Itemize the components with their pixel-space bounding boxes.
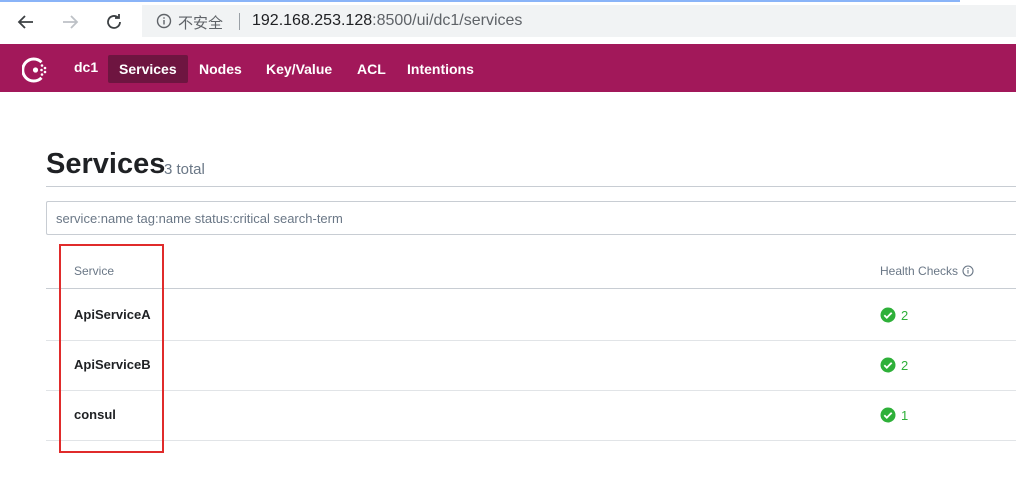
info-icon[interactable] — [156, 13, 172, 29]
arrow-left-icon — [17, 15, 33, 29]
datacenter-selector[interactable]: dc1 — [74, 59, 98, 75]
services-total: 3 total — [164, 161, 205, 178]
column-header-health-checks[interactable]: Health Checks — [880, 264, 974, 278]
nav-intentions[interactable]: Intentions — [396, 55, 485, 83]
browser-toolbar: 不安全 192.168.253.128:8500/ui/dc1/services — [0, 0, 1016, 45]
table-row[interactable]: consul 1 — [46, 390, 1016, 441]
check-circle-icon — [880, 407, 896, 423]
reload-icon — [107, 14, 121, 29]
table-row[interactable]: ApiServiceA 2 — [46, 290, 1016, 341]
nav-nodes[interactable]: Nodes — [188, 55, 253, 83]
app-header: dc1 Services Nodes Key/Value ACL Intenti… — [0, 44, 1016, 92]
insecure-label: 不安全 — [178, 15, 224, 32]
health-check-passing: 2 — [880, 357, 908, 373]
tab-indicator — [0, 0, 960, 2]
health-check-passing: 2 — [880, 307, 908, 323]
back-button[interactable] — [12, 8, 40, 36]
health-check-passing: 1 — [880, 407, 908, 423]
url-host: 192.168.253.128 — [252, 12, 373, 29]
arrow-right-icon — [63, 15, 79, 29]
title-divider — [46, 186, 1016, 187]
passing-count: 2 — [901, 307, 909, 323]
check-circle-icon — [880, 357, 896, 373]
table-header-divider — [46, 288, 1016, 289]
health-checks-label: Health Checks — [880, 264, 959, 278]
search-input[interactable] — [46, 201, 1016, 235]
nav-acl[interactable]: ACL — [346, 55, 397, 83]
consul-logo-icon[interactable] — [22, 56, 50, 84]
address-bar[interactable]: 不安全 192.168.253.128:8500/ui/dc1/services — [142, 5, 1016, 37]
annotation-highlight-box — [59, 244, 164, 453]
check-circle-icon — [880, 307, 896, 323]
passing-count: 2 — [901, 357, 909, 373]
url-text[interactable]: 192.168.253.128:8500/ui/dc1/services — [252, 12, 522, 30]
address-separator — [239, 13, 240, 30]
reload-button[interactable] — [100, 8, 128, 36]
url-path: :8500/ui/dc1/services — [372, 12, 523, 29]
nav-key-value[interactable]: Key/Value — [255, 55, 343, 83]
info-icon[interactable] — [962, 265, 974, 277]
page-title: Services — [46, 148, 166, 180]
passing-count: 1 — [901, 407, 909, 423]
forward-button[interactable] — [56, 8, 84, 36]
nav-services[interactable]: Services — [108, 55, 188, 83]
table-row[interactable]: ApiServiceB 2 — [46, 340, 1016, 391]
